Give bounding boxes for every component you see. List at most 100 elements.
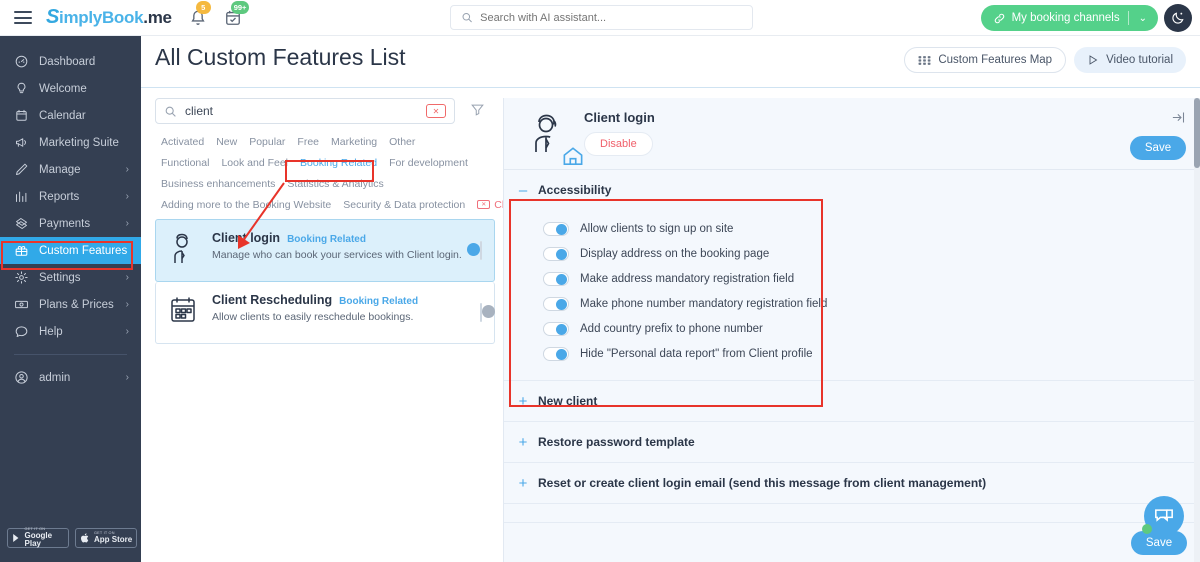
feature-card-toggle[interactable] [480,302,495,322]
option-toggle[interactable] [543,221,569,236]
button-divider [1127,11,1129,25]
option-row[interactable]: Allow clients to sign up on site [504,216,1200,241]
sidebar-item-custom-features[interactable]: Custom Features [0,237,141,264]
option-row[interactable]: Hide "Personal data report" from Client … [504,341,1200,366]
feature-card[interactable]: Client login Booking Related Manage who ca… [155,219,495,282]
detail-panel-scrollbar[interactable] [1194,98,1200,562]
plus-icon[interactable]: + [518,393,528,410]
filter-tag-activated[interactable]: Activated [155,134,210,150]
features-search-input[interactable] [185,104,418,118]
filter-tag-marketing[interactable]: Marketing [325,134,383,150]
chevron-right-icon: › [125,272,129,283]
clear-search-icon[interactable]: ✕ [426,104,446,118]
sidebar-item-plans-prices[interactable]: Plans & Prices › [0,291,141,318]
feature-card-toggle[interactable] [467,240,482,260]
filter-tag-for-development[interactable]: For development [383,155,474,171]
search-icon [165,106,176,117]
save-button-top[interactable]: Save [1130,136,1186,160]
custom-features-map-button[interactable]: Custom Features Map [904,47,1067,73]
collapse-right-icon[interactable] [1171,110,1186,130]
filter-tag-statistics-analytics[interactable]: Statistics & Analytics [281,176,389,192]
option-row[interactable]: Display address on the booking page [504,241,1200,266]
video-tutorial-button[interactable]: Video tutorial [1074,47,1186,73]
calendar-badge: 99+ [230,0,250,14]
sidebar-item-label: Dashboard [39,55,96,68]
option-label: Make phone number mandatory registration… [580,297,828,310]
filter-tag-booking-related[interactable]: Booking Related [294,155,383,171]
section-header[interactable]: + New client [504,381,1200,421]
bell-icon[interactable]: 5 [188,0,211,28]
option-row[interactable]: Add country prefix to phone number [504,316,1200,341]
sidebar-item-welcome[interactable]: Welcome [0,75,141,102]
chat-icon [14,324,32,339]
sidebar-item-reports[interactable]: Reports › [0,183,141,210]
chevron-right-icon: › [125,372,129,383]
filter-tag-row: Functional Look and Feel Booking Related Fo… [155,154,468,171]
chat-widget-button[interactable] [1142,496,1184,536]
disable-feature-button[interactable]: Disable [584,132,653,156]
feature-card-description: Manage who can book your services with C… [212,249,462,261]
gear-icon [14,270,32,285]
button-label: Custom Features Map [938,54,1053,66]
filter-tag-popular[interactable]: Popular [243,134,291,150]
option-toggle[interactable] [543,296,569,311]
filter-tag-adding-more-to-the-booking-website[interactable]: Adding more to the Booking Website [155,197,337,213]
sidebar-item-dashboard[interactable]: Dashboard [0,48,141,75]
option-toggle[interactable] [543,346,569,361]
option-label: Allow clients to sign up on site [580,222,734,235]
sidebar-item-help[interactable]: Help › [0,318,141,345]
sidebar-item-payments[interactable]: Payments › [0,210,141,237]
option-label: Make address mandatory registration fiel… [580,272,795,285]
option-toggle[interactable] [543,271,569,286]
store-name-label: Google Play [24,531,53,549]
sidebar-item-marketing-suite[interactable]: Marketing Suite [0,129,141,156]
plus-icon[interactable]: + [518,434,528,451]
app-logo[interactable]: Simply Book. me [46,6,172,29]
client-login-icon [168,231,206,270]
moon-icon [1172,12,1184,24]
section-header[interactable]: + Reset or create client login email (sen… [504,463,1200,503]
minus-icon[interactable]: – [518,182,528,199]
feature-card[interactable]: Client Rescheduling Booking Related Allow … [155,282,495,344]
my-booking-channels-button[interactable]: My booking channels ⌄ [980,5,1158,31]
filter-tag-other[interactable]: Other [383,134,421,150]
plus-icon[interactable]: + [518,475,528,492]
logo-imply: imply [59,8,102,27]
section-title: New client [538,394,598,408]
hamburger-icon[interactable] [14,11,32,24]
scrollbar-thumb[interactable] [1194,98,1200,168]
option-row[interactable]: Make phone number mandatory registration… [504,291,1200,316]
filter-tag-look-and-feel[interactable]: Look and Feel [215,155,294,171]
app-store-badge[interactable]: GET IT ON App Store [75,528,137,548]
section-header[interactable]: + Restore password template [504,422,1200,462]
sidebar-item-admin[interactable]: admin › [0,364,141,391]
filter-tag-business-enhancements[interactable]: Business enhancements [155,176,281,192]
sidebar-item-label: Manage [39,163,81,176]
theme-toggle-button[interactable] [1164,4,1192,32]
option-row[interactable]: Make address mandatory registration fiel… [504,266,1200,291]
sidebar-item-manage[interactable]: Manage › [0,156,141,183]
app-store-badges: GET IT ON Google Play GET IT ON App Stor… [7,527,137,549]
filter-icon[interactable] [470,102,485,122]
features-search-box[interactable]: ✕ [155,98,455,124]
filter-tag-security-data-protection[interactable]: Security & Data protection [337,197,471,213]
ai-search-box[interactable] [450,5,753,30]
grid-icon [918,55,931,65]
google-play-badge[interactable]: GET IT ON Google Play [7,527,69,549]
logo-me: me [147,8,172,27]
calendar-check-icon[interactable]: 99+ [223,0,250,28]
search-input[interactable] [480,11,742,24]
detail-section: + New client [504,381,1200,422]
option-toggle[interactable] [543,321,569,336]
apple-icon [81,533,89,543]
detail-sections-list: – Accessibility Allow clients to sign up o… [504,170,1200,504]
section-header[interactable]: – Accessibility [504,170,1200,210]
sidebar-item-settings[interactable]: Settings › [0,264,141,291]
section-title: Restore password template [538,435,695,449]
option-toggle[interactable] [543,246,569,261]
chevron-down-icon[interactable]: ⌄ [1137,13,1154,24]
filter-tag-new[interactable]: New [210,134,243,150]
filter-tag-functional[interactable]: Functional [155,155,215,171]
sidebar-item-calendar[interactable]: Calendar [0,102,141,129]
filter-tag-free[interactable]: Free [291,134,325,150]
